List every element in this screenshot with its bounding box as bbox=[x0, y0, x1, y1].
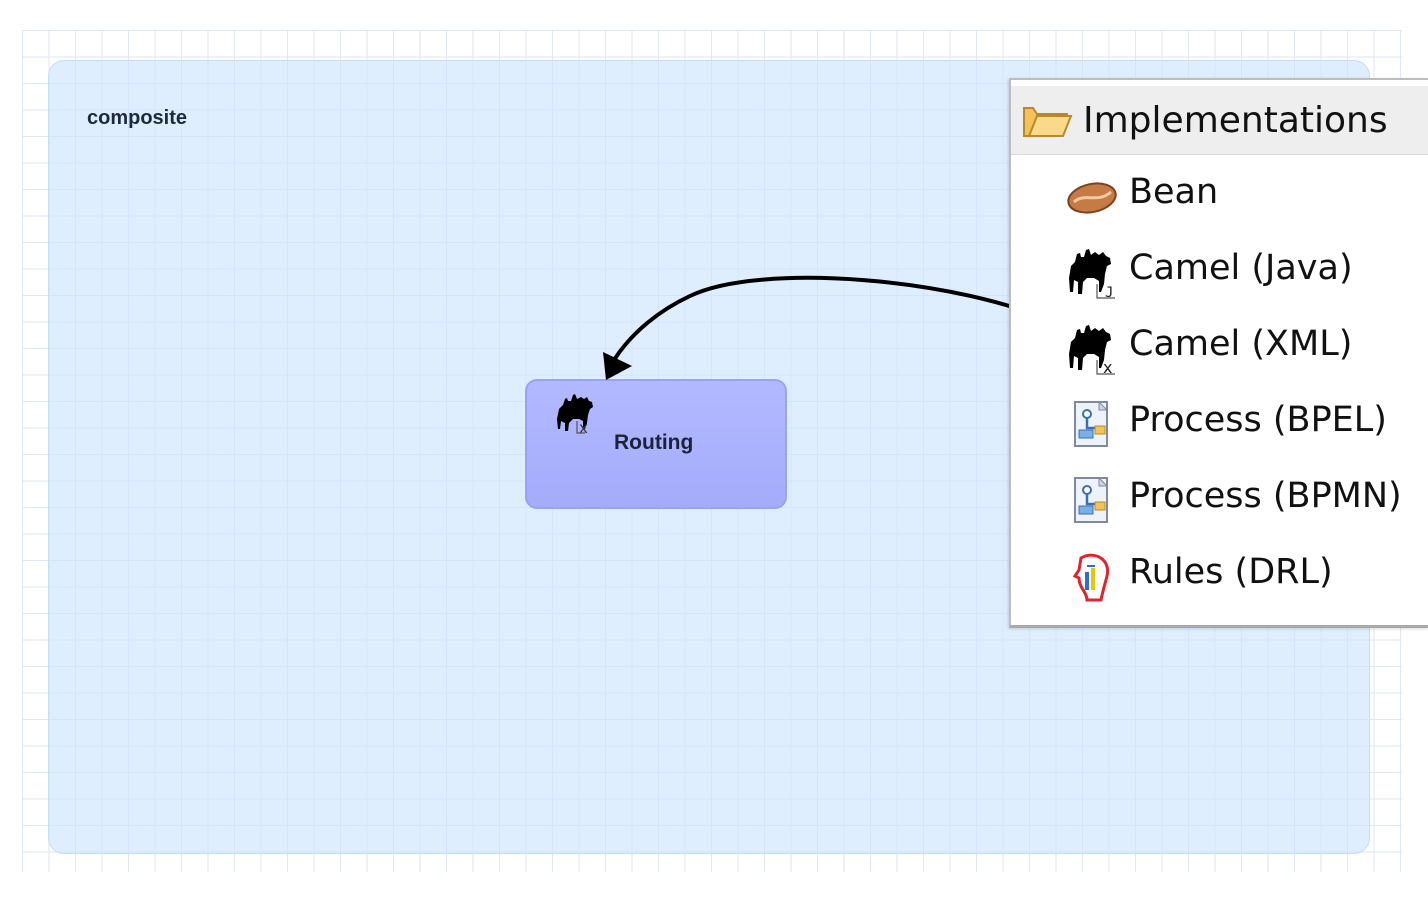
svg-text:x: x bbox=[579, 419, 588, 437]
palette-item-process-bpel[interactable]: Process (BPEL) bbox=[1011, 386, 1428, 458]
process-icon bbox=[1074, 400, 1109, 447]
palette-item-process-bpmn[interactable]: Process (BPMN) bbox=[1011, 462, 1428, 534]
palette-header-title: Implementations bbox=[1083, 100, 1388, 141]
palette-item-rules-drl[interactable]: Rules (DRL) bbox=[1011, 538, 1428, 610]
palette-item-label: Process (BPEL) bbox=[1129, 400, 1387, 440]
routing-label: Routing bbox=[614, 431, 694, 454]
camel-xml-icon: x bbox=[1069, 325, 1115, 376]
routing-component[interactable]: x Routing bbox=[525, 379, 787, 509]
camel-xml-icon: x bbox=[557, 394, 593, 437]
palette-item-bean[interactable]: Bean bbox=[1011, 158, 1428, 230]
process-icon bbox=[1074, 476, 1109, 523]
palette-item-label: Camel (XML) bbox=[1129, 324, 1353, 364]
palette-item-label: Bean bbox=[1129, 172, 1219, 212]
palette-item-label: Rules (DRL) bbox=[1129, 552, 1333, 592]
svg-text:x: x bbox=[1103, 358, 1112, 376]
palette-item-label: Process (BPMN) bbox=[1129, 476, 1402, 516]
implementations-palette[interactable]: Implementations Bean J Camel (Java) x Ca… bbox=[1009, 78, 1428, 628]
composite-label: composite bbox=[87, 107, 188, 129]
bean-icon bbox=[1067, 182, 1117, 214]
palette-item-camel-xml[interactable]: x Camel (XML) bbox=[1011, 310, 1428, 382]
folder-open-icon bbox=[1023, 107, 1073, 137]
palette-item-camel-java[interactable]: J Camel (Java) bbox=[1011, 234, 1428, 306]
rules-icon bbox=[1072, 553, 1110, 602]
diagram-canvas[interactable]: composite x Routing Implementations Bean bbox=[0, 0, 1428, 900]
palette-item-label: Camel (Java) bbox=[1129, 248, 1353, 288]
palette-header[interactable]: Implementations bbox=[1011, 86, 1428, 155]
camel-java-icon: J bbox=[1069, 249, 1115, 300]
